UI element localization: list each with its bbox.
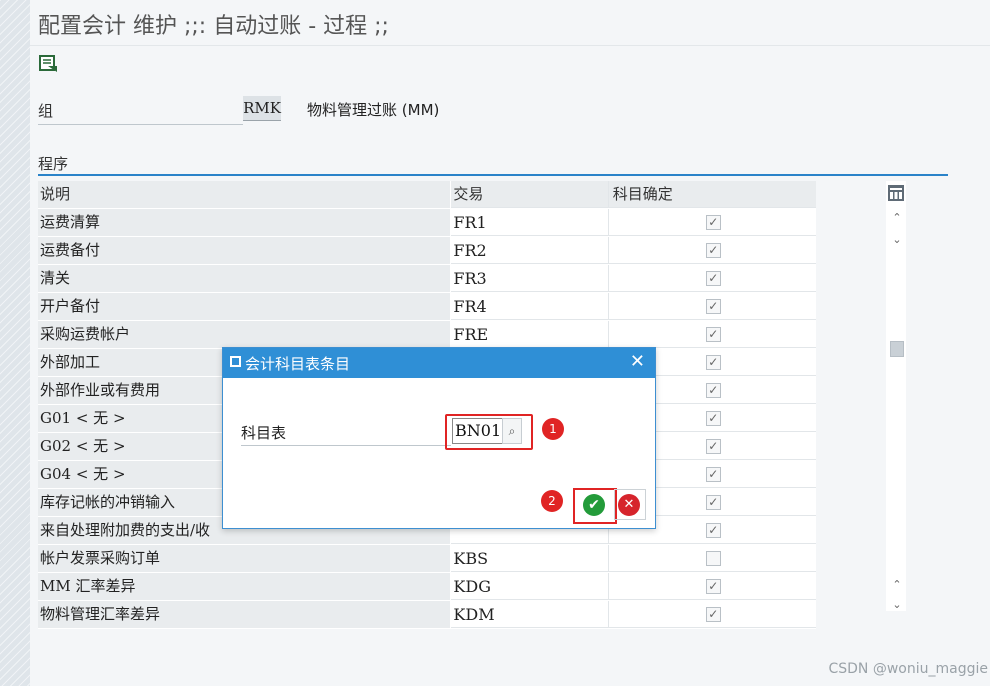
row-account-determination: ✓ [608, 209, 816, 236]
row-transaction: FR1 [451, 209, 609, 236]
chart-of-accounts-label: 科目表 [241, 422, 451, 446]
row-account-determination: ✓ [608, 265, 816, 292]
account-determination-checkbox[interactable]: ✓ [705, 355, 721, 370]
table-row[interactable]: 帐户发票采购订单 KBS [38, 545, 816, 573]
step-badge-2: 2 [541, 490, 563, 512]
search-help-icon[interactable]: ⌕ [502, 418, 522, 444]
toolbar-divider [30, 45, 990, 46]
row-transaction: FR3 [451, 265, 609, 292]
row-transaction: KBS [451, 545, 609, 572]
row-description: 采购运费帐户 [38, 321, 452, 348]
account-determination-checkbox[interactable] [705, 551, 721, 566]
scroll-down-bottom-icon[interactable]: ⌄ [890, 598, 904, 612]
table-row[interactable]: 开户备付 FR4 ✓ [38, 293, 816, 321]
watermark: CSDN @woniu_maggie [828, 661, 988, 677]
table-settings-icon[interactable] [888, 185, 904, 201]
account-determination-checkbox[interactable]: ✓ [705, 495, 721, 510]
row-description: 帐户发票采购订单 [38, 545, 452, 572]
table-header: 说明 交易 科目确定 [38, 181, 816, 209]
section-title: 程序 [38, 155, 69, 173]
account-determination-checkbox[interactable]: ✓ [705, 383, 721, 398]
account-determination-checkbox[interactable]: ✓ [705, 579, 721, 594]
table-row[interactable]: 运费清算 FR1 ✓ [38, 209, 816, 237]
chart-of-accounts-input[interactable]: BN01 [452, 418, 505, 444]
account-determination-checkbox[interactable]: ✓ [705, 439, 721, 454]
dialog-title: 会计科目表条目 [245, 355, 351, 373]
page-title: 配置会计 维护 ;;: 自动过账 - 过程 ;; [38, 14, 389, 39]
account-determination-checkbox[interactable]: ✓ [705, 411, 721, 426]
column-header-account-det[interactable]: 科目确定 [608, 181, 816, 208]
chart-of-accounts-dialog: 会计科目表条目 ✕ 科目表 BN01 ⌕ 1 2 ✔ ✕ [222, 347, 656, 529]
section-underline [38, 174, 948, 176]
table-row[interactable]: 物料管理汇率差异 KDM ✓ [38, 601, 816, 629]
row-account-determination: ✓ [608, 293, 816, 320]
row-account-determination [608, 545, 816, 572]
row-account-determination: ✓ [608, 573, 816, 600]
account-determination-checkbox[interactable]: ✓ [705, 243, 721, 258]
row-account-determination: ✓ [608, 237, 816, 264]
cancel-button[interactable]: ✕ [618, 494, 640, 516]
scroll-up-bottom-icon[interactable]: ⌃ [890, 578, 904, 592]
row-description: MM 汇率差异 [38, 573, 452, 600]
account-determination-checkbox[interactable]: ✓ [705, 327, 721, 342]
row-transaction: FRE [451, 321, 609, 348]
cancel-icon: ✕ [623, 497, 635, 512]
table-row[interactable]: 采购运费帐户 FRE ✓ [38, 321, 816, 349]
group-description: 物料管理过账 (MM) [307, 101, 440, 119]
row-description: 运费清算 [38, 209, 452, 236]
row-transaction: FR4 [451, 293, 609, 320]
row-account-determination: ✓ [608, 321, 816, 348]
account-determination-checkbox[interactable]: ✓ [705, 271, 721, 286]
table-row[interactable]: MM 汇率差异 KDG ✓ [38, 573, 816, 601]
account-determination-checkbox[interactable]: ✓ [705, 215, 721, 230]
step-badge-1: 1 [542, 418, 564, 440]
scroll-up-top-icon[interactable]: ⌃ [890, 211, 904, 225]
scroll-down-top-icon[interactable]: ⌄ [890, 233, 904, 247]
confirm-button[interactable]: ✔ [583, 494, 605, 516]
close-icon[interactable]: ✕ [630, 351, 645, 372]
row-description: 清关 [38, 265, 452, 292]
group-field[interactable]: RMK [243, 96, 281, 121]
column-header-txn[interactable]: 交易 [451, 181, 609, 208]
row-transaction: KDG [451, 573, 609, 600]
row-transaction: KDM [451, 601, 609, 628]
table-row[interactable]: 清关 FR3 ✓ [38, 265, 816, 293]
row-transaction: FR2 [451, 237, 609, 264]
scrollbar-thumb[interactable] [890, 341, 904, 357]
dialog-window-icon [230, 356, 241, 367]
account-determination-checkbox[interactable]: ✓ [705, 607, 721, 622]
group-label: 组 [38, 100, 243, 125]
check-icon: ✔ [588, 497, 600, 513]
table-row[interactable]: 运费备付 FR2 ✓ [38, 237, 816, 265]
row-account-determination: ✓ [608, 601, 816, 628]
row-description: 开户备付 [38, 293, 452, 320]
row-description: 物料管理汇率差异 [38, 601, 452, 628]
account-determination-checkbox[interactable]: ✓ [705, 467, 721, 482]
display-change-icon[interactable] [38, 54, 60, 74]
account-determination-checkbox[interactable]: ✓ [705, 523, 721, 538]
column-header-desc[interactable]: 说明 [38, 181, 452, 208]
row-description: 运费备付 [38, 237, 452, 264]
account-determination-checkbox[interactable]: ✓ [705, 299, 721, 314]
dialog-header: 会计科目表条目 ✕ [223, 348, 655, 378]
